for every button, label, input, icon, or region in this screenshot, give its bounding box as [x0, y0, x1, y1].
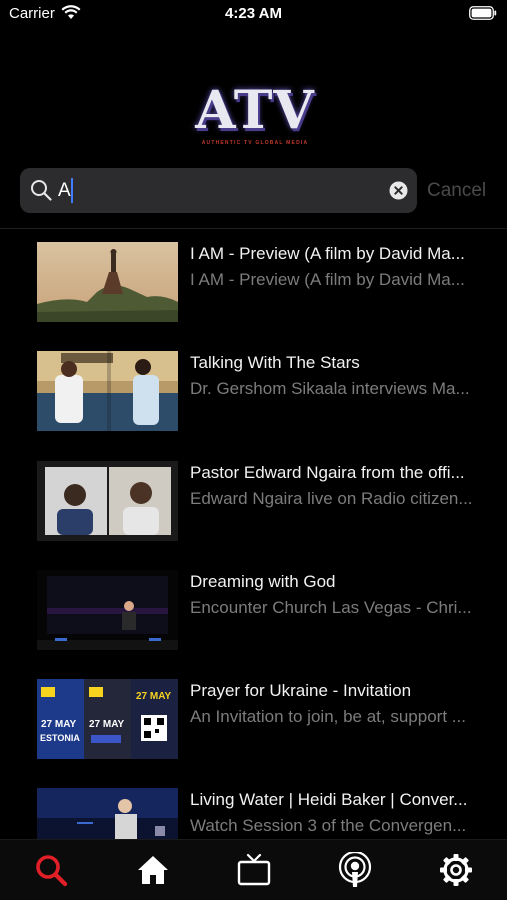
cancel-button[interactable]: Cancel — [427, 180, 486, 202]
thumb-date-text-2: 27 MAY — [89, 719, 125, 730]
search-icon[interactable] — [33, 852, 69, 888]
result-subtitle: Dr. Gershom Sikaala interviews Ma... — [190, 379, 470, 398]
text-caret — [71, 178, 73, 203]
gear-icon[interactable] — [438, 852, 474, 888]
result-title: Pastor Edward Ngaira from the offi... — [190, 463, 465, 482]
video-thumbnail[interactable] — [37, 461, 178, 541]
search-input[interactable] — [58, 176, 378, 206]
search-field[interactable] — [20, 168, 417, 213]
tv-icon[interactable] — [236, 852, 272, 888]
app-logo: ATV AUTHENTIC TV GLOBAL MEDIA — [192, 80, 318, 150]
thumb-date-text: 27 MAY — [41, 719, 77, 730]
logo-subtitle: AUTHENTIC TV GLOBAL MEDIA — [201, 140, 309, 146]
logo-title: ATV — [195, 80, 315, 141]
status-bar: Carrier 4:23 AM — [0, 0, 507, 28]
result-subtitle: An Invitation to join, be at, support ..… — [190, 707, 466, 726]
podcast-icon[interactable] — [337, 852, 373, 888]
list-item[interactable]: Talking With The Stars Dr. Gershom Sikaa… — [0, 351, 507, 451]
thumb-date-text-3: 27 MAY — [136, 691, 172, 702]
video-thumbnail[interactable]: 27 MAY 27 MAY 27 MAY ESTONIA — [37, 679, 178, 759]
clear-icon[interactable] — [389, 181, 408, 200]
results-list[interactable]: I AM - Preview (A film by David Ma... I … — [0, 229, 507, 839]
result-subtitle: Watch Session 3 of the Convergen... — [190, 816, 467, 835]
video-thumbnail[interactable] — [37, 351, 178, 431]
thumb-place-text: ESTONIA — [40, 733, 80, 743]
result-title: Dreaming with God — [190, 572, 336, 591]
list-item[interactable]: I AM - Preview (A film by David Ma... I … — [0, 242, 507, 342]
list-item[interactable]: Pastor Edward Ngaira from the offi... Ed… — [0, 461, 507, 561]
result-subtitle: I AM - Preview (A film by David Ma... — [190, 270, 465, 289]
result-subtitle: Edward Ngaira live on Radio citizen... — [190, 489, 473, 508]
battery-icon — [469, 6, 497, 20]
status-time: 4:23 AM — [225, 5, 282, 22]
result-title: Talking With The Stars — [190, 353, 360, 372]
list-item[interactable]: 27 MAY 27 MAY 27 MAY ESTONIA Prayer for … — [0, 679, 507, 779]
video-thumbnail[interactable] — [37, 242, 178, 322]
home-icon[interactable] — [135, 852, 171, 888]
list-item[interactable]: Dreaming with God Encounter Church Las V… — [0, 570, 507, 670]
list-item[interactable]: Living Water | Heidi Baker | Conver... W… — [0, 788, 507, 839]
tab-bar — [0, 839, 507, 900]
search-icon — [31, 180, 52, 201]
video-thumbnail[interactable] — [37, 788, 178, 839]
search-row: Cancel — [20, 168, 500, 213]
result-subtitle: Encounter Church Las Vegas - Chri... — [190, 598, 472, 617]
video-thumbnail[interactable] — [37, 570, 178, 650]
result-title: I AM - Preview (A film by David Ma... — [190, 244, 465, 263]
result-title: Prayer for Ukraine - Invitation — [190, 681, 412, 700]
result-title: Living Water | Heidi Baker | Conver... — [190, 790, 468, 809]
